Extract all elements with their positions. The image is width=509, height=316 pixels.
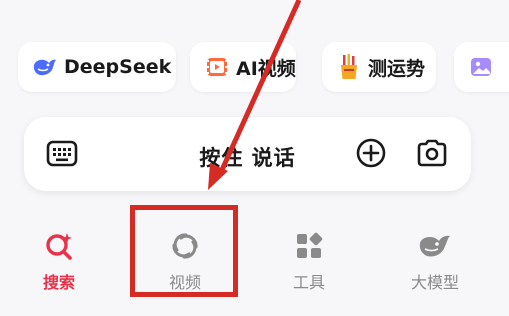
model-whale-icon (390, 226, 480, 266)
voice-input-bar[interactable]: 按住 说话 (24, 117, 471, 191)
tab-tools[interactable]: 工具 (264, 226, 354, 293)
tab-large-model[interactable]: 大模型 (390, 226, 480, 293)
chip-label: DeepSeek (64, 56, 172, 78)
hold-to-talk-label[interactable]: 按住 说话 (24, 142, 471, 172)
tab-search[interactable]: 搜索 (14, 226, 104, 293)
film-icon (204, 54, 230, 80)
fortune-sticks-icon (336, 54, 362, 80)
highlight-box (130, 205, 238, 297)
deepseek-whale-icon (32, 54, 58, 80)
tab-label: 工具 (292, 273, 325, 292)
image-icon (468, 54, 494, 80)
tab-label: 搜索 (42, 273, 75, 292)
chip-image[interactable] (454, 42, 509, 92)
chip-label: AI视频 (236, 57, 296, 80)
tab-label: 大模型 (410, 273, 459, 292)
ai-search-icon (14, 226, 104, 266)
chip-label: 测运势 (368, 57, 426, 80)
chip-fortune[interactable]: 测运势 (322, 42, 436, 92)
chip-ai-video[interactable]: AI视频 (190, 42, 296, 92)
chip-deepseek[interactable]: DeepSeek (18, 42, 176, 92)
shortcut-chip-row: DeepSeek AI视频 测运势 (0, 42, 509, 94)
camera-icon[interactable] (415, 138, 449, 172)
tools-grid-icon (264, 226, 354, 266)
add-circle-icon[interactable] (355, 137, 387, 173)
